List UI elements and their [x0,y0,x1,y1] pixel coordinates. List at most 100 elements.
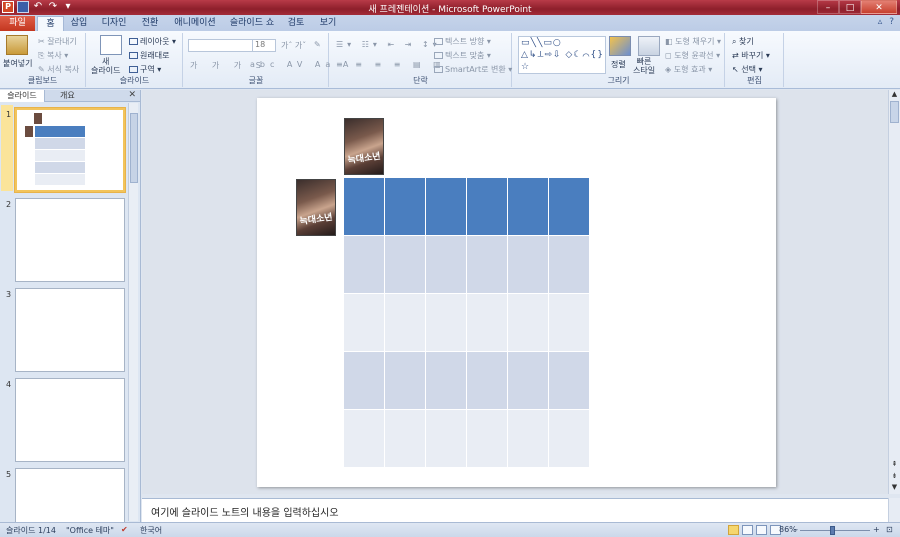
tab-view[interactable]: 보기 [314,16,342,31]
status-bar: 슬라이드 1/14 "Office 테마" ✔ 한국어 86% – + ⊡ [0,522,900,537]
ribbon-tabs: 파일 홈 삽입 디자인 전환 애니메이션 슬라이드 쇼 검토 보기 ▵ ? [0,15,900,31]
slide-thumbnail-3[interactable] [15,288,125,372]
shape-effects-button[interactable]: ◈ 도형 효과 ▾ [665,64,712,75]
thumb-table-row [35,150,85,161]
thumb-table-row [35,138,85,149]
font-size-combo[interactable]: 18 [252,39,276,52]
slide-thumbnail-2[interactable] [15,198,125,282]
font-name-combo[interactable] [188,39,254,52]
canvas-scroll-thumb[interactable] [890,101,899,123]
tab-file[interactable]: 파일 [0,16,35,31]
fit-slide-icon[interactable]: ⊡ [886,525,893,534]
zoom-slider[interactable] [800,530,870,531]
notes-pane[interactable]: 여기에 슬라이드 노트의 내용을 입력하십시오 [142,498,888,522]
quick-styles-button[interactable]: 빠른 스타일 [633,57,655,75]
language-indicator[interactable]: 한국어 [140,525,162,536]
close-button[interactable]: ✕ [861,0,897,14]
slides-group: 새 슬라이드 레이아웃 ▾ 원래대로 구역 ▾ 슬라이드 [87,33,183,87]
arrange-icon[interactable] [609,36,631,56]
align-buttons[interactable]: ≡ ≡ ≡ ≡ ▤ ▥ [336,60,446,69]
replace-button[interactable]: ⇄ 바꾸기 ▾ [732,50,770,61]
slide-number: 1 [6,110,12,119]
quick-styles-icon[interactable] [638,36,660,56]
section-button[interactable]: 구역 ▾ [129,64,161,75]
canvas-scrollbar[interactable]: ▲ ⇞ ⇟ ▼ [888,90,900,494]
table-row [344,409,590,468]
paste-icon[interactable] [6,35,28,55]
new-slide-button[interactable]: 새 슬라이드 [91,57,120,75]
zoom-out-icon[interactable]: – [794,525,798,534]
align-text-button[interactable]: 텍스트 맞춤 ▾ [434,50,491,61]
poster-image[interactable]: 늑대소년 [296,179,336,236]
shape-outline-button[interactable]: ◻ 도형 윤곽선 ▾ [665,50,720,61]
tab-home[interactable]: 홈 [37,16,64,31]
maximize-button[interactable]: □ [839,0,861,14]
pane-scroll-thumb[interactable] [130,113,138,183]
reading-view-button[interactable] [756,525,767,535]
tab-review[interactable]: 검토 [282,16,310,31]
slide-number: 2 [6,200,12,209]
table-row [344,293,590,352]
tab-slideshow[interactable]: 슬라이드 쇼 [226,16,278,31]
drawing-group: ▭╲╲▭○ △↳⟂⇨⇩ ◇☾⌒{}☆ 정렬 빠른 스타일 ◧ 도형 채우기 ▾ … [513,33,725,87]
tab-transitions[interactable]: 전환 [136,16,164,31]
copy-button[interactable]: ⎘ 복사 ▾ [38,50,68,61]
thumb-poster-image [34,113,42,124]
text-direction-button[interactable]: 텍스트 방향 ▾ [434,36,491,47]
paste-button[interactable]: 붙여넣기 [3,58,32,69]
shapes-gallery[interactable]: ▭╲╲▭○ △↳⟂⇨⇩ ◇☾⌒{}☆ [518,36,606,74]
list-buttons[interactable]: ☰▾ ☷▾ ⇤ ⇥ ↕▾ [336,40,441,49]
clear-format-icon[interactable]: ✎ [314,40,321,49]
title-bar: P ↶ ↷ ▾ 새 프레젠테이션 - Microsoft PowerPoint … [0,0,900,15]
slide-sorter-button[interactable] [742,525,753,535]
font-group-label: 글꼴 [248,76,264,85]
tab-design[interactable]: 디자인 [96,16,132,31]
slide-canvas[interactable]: 늑대소년 늑대소년 [257,98,776,487]
smartart-button[interactable]: SmartArt로 변환 ▾ [434,64,512,75]
grow-font-icon[interactable]: 가ˆ 가ˇ [281,40,306,51]
prev-slide-icon[interactable]: ⇞ [889,460,900,470]
tab-slides-pane[interactable]: 슬라이드 [0,90,45,102]
tab-animations[interactable]: 애니메이션 [169,16,221,31]
normal-view-button[interactable] [728,525,739,535]
slide-thumbnail-4[interactable] [15,378,125,462]
editing-group: ⌕ 찾기 ⇄ 바꾸기 ▾ ↖ 선택 ▾ 편집 [726,33,784,87]
scroll-down-icon[interactable]: ▼ [889,483,900,493]
slide-thumbnail-1[interactable] [15,108,125,192]
scroll-up-icon[interactable]: ▲ [889,90,900,100]
spellcheck-icon[interactable]: ✔ [121,525,128,534]
layout-button[interactable]: 레이아웃 ▾ [129,36,176,47]
minimize-ribbon-icon[interactable]: ▵ [878,17,883,27]
poster-title: 늑대소년 [299,212,334,228]
tab-outline-pane[interactable]: 개요 [60,90,75,102]
notes-scrollbar[interactable] [888,498,900,522]
format-painter-button[interactable]: ✎ 서식 복사 [38,64,79,75]
minimize-button[interactable]: – [817,0,839,14]
table-header-row [344,178,590,236]
select-button[interactable]: ↖ 선택 ▾ [732,64,763,75]
reset-button[interactable]: 원래대로 [129,50,169,61]
drawing-group-label: 그리기 [607,76,630,85]
cut-button[interactable]: ✂ 잘라내기 [38,36,77,47]
tab-insert[interactable]: 삽입 [66,16,92,31]
pane-scrollbar[interactable] [128,103,138,521]
next-slide-icon[interactable]: ⇟ [889,472,900,482]
poster-image[interactable]: 늑대소년 [344,118,384,175]
find-button[interactable]: ⌕ 찾기 [732,36,754,47]
shape-fill-button[interactable]: ◧ 도형 채우기 ▾ [665,36,721,47]
font-group: 18 가ˆ 가ˇ ✎ 가 가 가 S abc AV Aa A 글꼴 [184,33,348,87]
new-slide-icon[interactable] [100,35,122,55]
thumb-table-row [35,174,85,185]
slides-pane: 슬라이드 개요 ✕ 1 2 3 4 5 [0,90,141,522]
slide-table[interactable] [344,178,590,468]
zoom-slider-knob[interactable] [830,526,835,535]
table-row [344,235,590,294]
slide-number: 4 [6,380,12,389]
help-icon[interactable]: ? [889,17,894,27]
zoom-in-icon[interactable]: + [873,525,880,534]
slide-number: 5 [6,470,12,479]
slide-thumbnail-5[interactable] [15,468,125,522]
theme-name[interactable]: "Office 테마" [66,525,114,536]
arrange-button[interactable]: 정렬 [611,59,626,70]
pane-close-icon[interactable]: ✕ [128,90,136,100]
